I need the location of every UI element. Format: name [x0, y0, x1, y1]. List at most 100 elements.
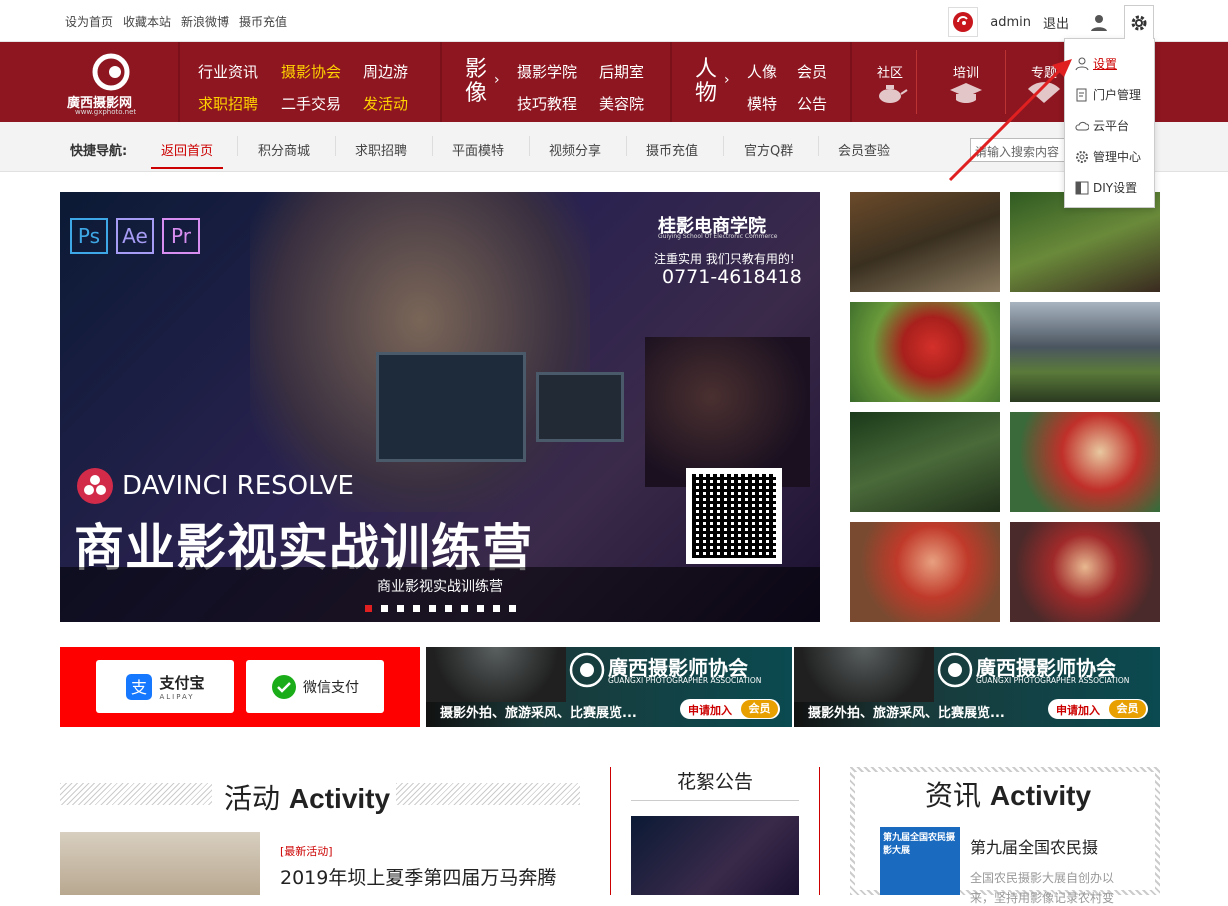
avatar[interactable]	[948, 7, 979, 37]
slide-dot[interactable]	[413, 605, 420, 612]
photo-thumbnail[interactable]	[1010, 412, 1160, 512]
association-banner[interactable]: 廣西摄影师协会 GUANGXI PHOTOGRAPHER ASSOCIATION…	[794, 647, 1160, 727]
menu-item-cloud-label: 云平台	[1093, 119, 1130, 133]
nav-tutorials[interactable]: 技巧教程	[517, 93, 577, 114]
activity-headline[interactable]: 2019年坝上夏季第四届万马奔腾	[280, 863, 556, 890]
slide-dot[interactable]	[493, 605, 500, 612]
quick-nav-qq-group[interactable]: 官方Q群	[744, 140, 793, 159]
nav-photo-academy[interactable]: 摄影学院	[517, 61, 577, 82]
nav-portrait[interactable]: 人像	[747, 61, 777, 82]
hero-slider[interactable]: Ps Ae Pr 桂影电商学院 Guiying School Of Electr…	[60, 192, 820, 622]
notice-thumbnail[interactable]	[631, 816, 799, 895]
settings-gear-button[interactable]	[1124, 5, 1154, 39]
quick-nav-jobs[interactable]: 求职招聘	[355, 140, 407, 159]
photo-thumbnail[interactable]	[850, 192, 1000, 292]
davinci-brand: DAVINCI RESOLVE	[76, 467, 354, 505]
notice-title: 花絮公告	[631, 767, 799, 801]
avatar-logo-icon	[953, 12, 974, 32]
monitor-graphic	[536, 372, 624, 442]
slogan: 注重实用 我们只教有用的!	[654, 252, 795, 266]
nav-community[interactable]: 社区	[872, 62, 908, 109]
activity-title: 活动 Activity	[224, 777, 390, 817]
association-banner[interactable]: 廣西摄影师协会 GUANGXI PHOTOGRAPHER ASSOCIATION…	[426, 647, 792, 727]
nav-industry-news[interactable]: 行业资讯	[198, 61, 258, 82]
join-label: 申请加入	[1056, 704, 1100, 717]
bookmark-link[interactable]: 收藏本站	[123, 13, 171, 30]
chevron-right-icon: ›	[724, 72, 730, 88]
nav-second-hand[interactable]: 二手交易	[281, 93, 341, 114]
quick-nav-points-mall[interactable]: 积分商城	[258, 140, 310, 159]
quick-nav-member-check[interactable]: 会员查验	[838, 140, 890, 159]
separator	[723, 136, 724, 156]
nav-nearby-travel[interactable]: 周边游	[363, 61, 408, 82]
nav-beauty[interactable]: 美容院	[599, 93, 644, 114]
brand-subtitle: Guiying School Of Electronic Commerce	[658, 233, 778, 240]
set-homepage-link[interactable]: 设为首页	[65, 13, 113, 30]
quick-nav-home[interactable]: 返回首页	[151, 140, 224, 169]
join-badge[interactable]: 申请加入 会员	[1048, 699, 1148, 719]
premiere-icon: Pr	[162, 218, 200, 254]
payment-banner[interactable]: 支 支付宝 ALIPAY 微信支付	[60, 647, 420, 727]
user-profile-icon[interactable]	[1089, 12, 1109, 32]
slide-dot-active[interactable]	[365, 605, 372, 612]
nav-post-studio[interactable]: 后期室	[599, 61, 644, 82]
weibo-link[interactable]: 新浪微博	[181, 13, 229, 30]
slide-dot[interactable]	[381, 605, 388, 612]
nav-group-3-title: 人物	[695, 57, 718, 106]
quick-nav-recharge[interactable]: 摄币充值	[646, 140, 698, 159]
photo-thumbnail[interactable]	[850, 522, 1000, 622]
nav-member[interactable]: 会员	[797, 61, 827, 82]
photo-thumbnail[interactable]	[1010, 522, 1160, 622]
menu-item-admin-center[interactable]: 管理中心	[1075, 148, 1141, 165]
qr-code	[686, 468, 782, 564]
activity-tag: [最新活动]	[280, 845, 333, 858]
menu-item-portal-admin[interactable]: 门户管理	[1075, 86, 1141, 103]
slide-dot[interactable]	[397, 605, 404, 612]
alipay-button[interactable]: 支 支付宝 ALIPAY	[96, 660, 234, 713]
wechat-pay-button[interactable]: 微信支付	[246, 660, 384, 713]
slide-dot[interactable]	[509, 605, 516, 612]
quick-nav-video[interactable]: 视频分享	[549, 140, 601, 159]
menu-item-diy[interactable]: DIY设置	[1075, 179, 1137, 196]
slide-dot[interactable]	[445, 605, 452, 612]
nav-divider	[178, 42, 180, 122]
slide-dot[interactable]	[429, 605, 436, 612]
news-title: 资讯 Activity	[925, 774, 1091, 814]
nav-photo-association[interactable]: 摄影协会	[281, 61, 341, 82]
activity-title-en: Activity	[288, 783, 391, 814]
join-label: 申请加入	[688, 704, 732, 717]
username[interactable]: admin	[990, 15, 1031, 30]
slide-dot[interactable]	[477, 605, 484, 612]
news-thumbnail[interactable]: 第九届全国农民摄影大展	[880, 827, 960, 895]
activity-thumbnail[interactable]	[60, 832, 260, 895]
photo-thumbnail[interactable]	[850, 302, 1000, 402]
nav-job-recruiting[interactable]: 求职招聘	[198, 93, 258, 114]
section-title-decoration	[396, 783, 580, 805]
slide-dot[interactable]	[461, 605, 468, 612]
nav-post-activity[interactable]: 发活动	[363, 93, 408, 114]
davinci-text: DAVINCI RESOLVE	[122, 471, 354, 501]
association-logo-icon	[937, 652, 973, 688]
photo-thumbnail[interactable]	[850, 412, 1000, 512]
nav-model[interactable]: 模特	[747, 93, 777, 114]
news-title-en: Activity	[989, 780, 1092, 811]
quick-nav-models[interactable]: 平面模特	[452, 140, 504, 159]
activity-section: 活动 Activity [最新活动] 2019年坝上夏季第四届万马奔腾	[60, 767, 580, 895]
alipay-sublabel: ALIPAY	[159, 693, 195, 701]
photo-thumbnail[interactable]	[1010, 302, 1160, 402]
site-logo[interactable]: 廣西摄影网 www.gxphoto.net	[63, 42, 163, 122]
association-en: GUANGXI PHOTOGRAPHER ASSOCIATION	[976, 676, 1130, 685]
nav-announcement[interactable]: 公告	[797, 93, 827, 114]
wechat-pay-icon	[272, 674, 296, 699]
menu-item-cloud[interactable]: 云平台	[1075, 117, 1129, 134]
logout-link[interactable]: 退出	[1043, 13, 1069, 32]
recharge-link[interactable]: 摄币充值	[239, 13, 287, 30]
nav-divider	[670, 42, 672, 122]
join-badge[interactable]: 申请加入 会员	[680, 699, 780, 719]
top-bar: 设为首页 收藏本站 新浪微博 摄币充值 admin 退出	[0, 0, 1228, 42]
activity-title-cn: 活动	[224, 782, 281, 815]
menu-item-settings[interactable]: 设置	[1075, 55, 1117, 72]
slide-dots	[365, 605, 516, 612]
camera-lens-graphic	[426, 647, 566, 702]
news-headline[interactable]: 第九届全国农民摄	[970, 834, 1098, 858]
